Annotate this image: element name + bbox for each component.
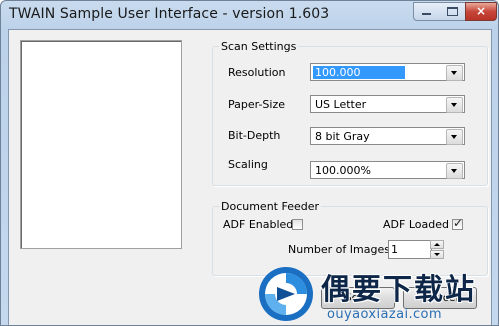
document-feeder-legend: Document Feeder — [221, 200, 320, 213]
title-bar[interactable]: TWAIN Sample User Interface - version 1.… — [1, 1, 498, 29]
dropdown-arrow-icon[interactable] — [446, 97, 463, 113]
resolution-value: 100.000 — [313, 66, 405, 79]
watermark-logo-icon — [259, 267, 313, 321]
adf-loaded-label: ADF Loaded — [383, 218, 449, 231]
adf-enabled-checkbox[interactable] — [292, 219, 303, 230]
bit-depth-combo[interactable]: 8 bit Gray — [310, 127, 465, 145]
dropdown-arrow-icon[interactable] — [446, 163, 463, 179]
spin-down-icon[interactable] — [430, 250, 444, 259]
resolution-label: Resolution — [228, 66, 286, 79]
bit-depth-label: Bit-Depth — [228, 129, 281, 142]
scaling-label: Scaling — [228, 158, 268, 171]
paper-size-label: Paper-Size — [228, 98, 285, 111]
resolution-combo[interactable]: 100.000 — [310, 63, 465, 81]
watermark-url: ouyaoxiazai.com — [327, 307, 442, 322]
spin-up-icon[interactable] — [430, 240, 444, 249]
close-button[interactable]: × — [465, 2, 497, 21]
paper-size-value: US Letter — [315, 98, 367, 111]
preview-panel — [20, 40, 182, 249]
scan-settings-legend: Scan Settings — [221, 40, 297, 53]
dropdown-arrow-icon[interactable] — [446, 129, 463, 145]
bit-depth-value: 8 bit Gray — [315, 130, 370, 143]
scaling-combo[interactable]: 100.000% — [310, 161, 465, 179]
number-of-images-spinner[interactable] — [430, 240, 444, 259]
close-icon: × — [475, 4, 487, 18]
number-of-images-label: Number of Images: — [288, 243, 394, 256]
adf-loaded-checkbox[interactable]: ✓ — [452, 216, 464, 230]
paper-size-combo[interactable]: US Letter — [310, 95, 465, 113]
watermark-overlay: 偶要下载站 ouyaoxiazai.com — [253, 262, 499, 326]
number-of-images-value: 1 — [391, 243, 398, 256]
scaling-value: 100.000% — [315, 164, 371, 177]
number-of-images-input[interactable]: 1 — [388, 240, 432, 259]
minimize-button[interactable] — [413, 2, 441, 21]
maximize-icon — [447, 7, 458, 16]
maximize-button[interactable] — [440, 2, 466, 21]
window-title: TWAIN Sample User Interface - version 1.… — [9, 6, 330, 22]
adf-enabled-label: ADF Enabled — [223, 218, 294, 231]
watermark-brand: 偶要下载站 — [321, 272, 477, 306]
checkmark-icon: ✓ — [453, 216, 464, 230]
minimize-icon — [422, 13, 431, 15]
dropdown-arrow-icon[interactable] — [446, 65, 463, 81]
